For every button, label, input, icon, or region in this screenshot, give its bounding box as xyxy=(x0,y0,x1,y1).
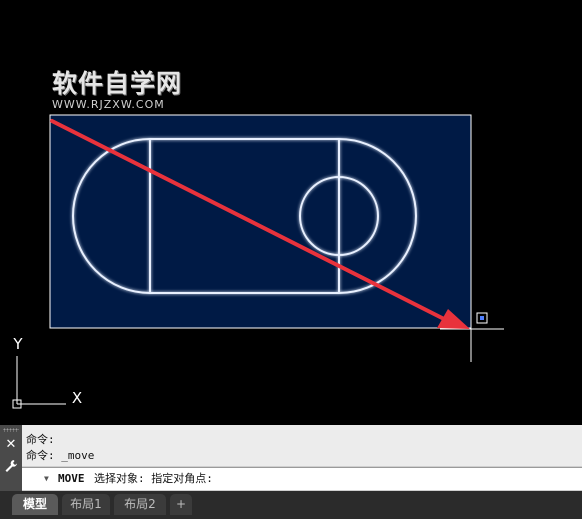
layout-tabs: 模型 布局1 布局2 + xyxy=(0,491,582,519)
tab-layout1[interactable]: 布局1 xyxy=(62,494,110,515)
history-line: 命令: _move xyxy=(26,449,95,462)
command-history: 命令: 命令: _move xyxy=(22,425,582,466)
wrench-icon[interactable] xyxy=(3,459,19,475)
ucs-x-label: X xyxy=(72,389,82,407)
watermark-title: 软件自学网 xyxy=(52,69,183,98)
tab-model[interactable]: 模型 xyxy=(12,494,58,515)
command-window-sidebar: ✕ xyxy=(0,425,22,491)
active-command: MOVE xyxy=(58,472,85,485)
command-prompt: 选择对象: 指定对角点: xyxy=(94,472,213,485)
tab-add[interactable]: + xyxy=(170,494,192,515)
watermark-url: WWW.RJZXW.COM xyxy=(52,98,165,111)
tab-layout2[interactable]: 布局2 xyxy=(114,494,166,515)
selection-window xyxy=(49,114,472,329)
drag-grip[interactable] xyxy=(3,428,19,432)
command-window: ✕ 命令: 命令: _move ▼ MOVE 选择对象: 指定对角点: xyxy=(0,425,582,491)
ucs-y-label: Y xyxy=(12,335,23,353)
close-icon[interactable]: ✕ xyxy=(3,437,19,453)
drawing-canvas[interactable]: Y X xyxy=(0,0,582,425)
watermark: 软件自学网 WWW.RJZXW.COM xyxy=(52,69,183,112)
chevron-down-icon[interactable]: ▼ xyxy=(44,472,49,486)
ucs-icon xyxy=(12,356,66,409)
command-input[interactable]: ▼ MOVE 选择对象: 指定对角点: xyxy=(22,467,582,490)
history-line: 命令: xyxy=(26,433,55,446)
